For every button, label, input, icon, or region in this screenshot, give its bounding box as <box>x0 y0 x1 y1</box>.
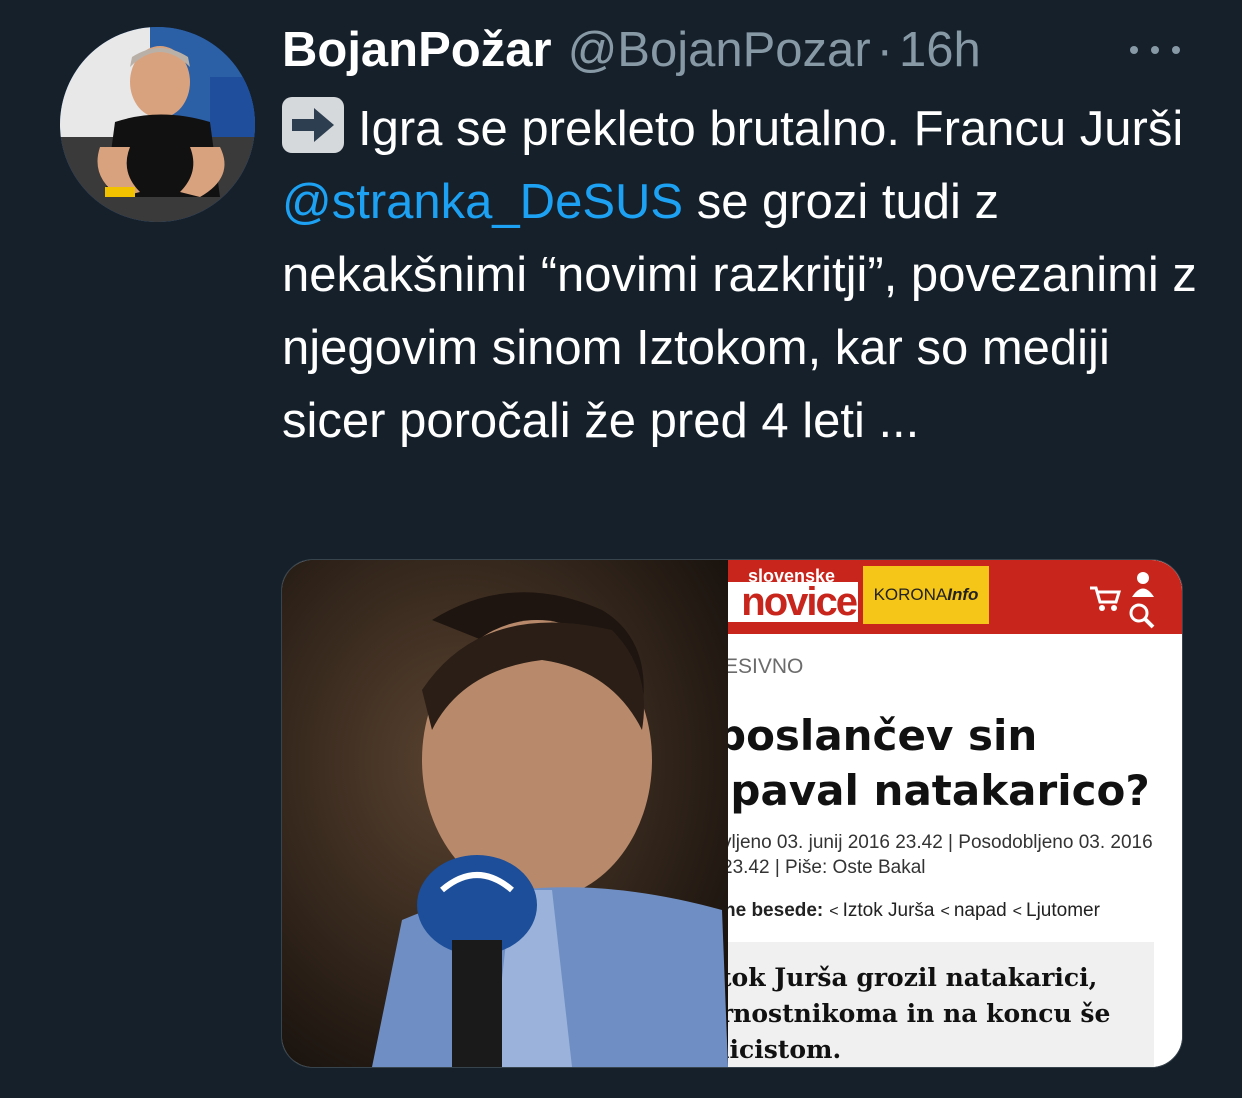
separator-dot: · <box>876 23 893 77</box>
tweet-header: BojanPožar @BojanPozar · 16h <box>282 22 981 82</box>
tag-item: napad <box>953 900 1007 921</box>
share-icon: < <box>829 903 839 920</box>
tags-label: ne besede: <box>728 900 824 921</box>
mention-link[interactable]: @stranka_DeSUS <box>282 175 683 229</box>
news-tags: ne besede: < Iztok Jurša < napad < Ljutomer <box>728 900 1182 922</box>
tag-item: Ljutomer <box>1026 900 1100 921</box>
share-icon: < <box>940 903 950 920</box>
news-lead: tok Jurša grozil natakarici, rnostnikoma… <box>728 963 1111 1064</box>
tag-item: Iztok Jurša <box>842 900 935 921</box>
more-options-icon[interactable] <box>1130 30 1180 70</box>
share-icon: < <box>1012 903 1023 920</box>
right-arrow-emoji-icon <box>282 97 344 153</box>
tweet-text: Igra se prekleto brutalno. Francu Jurši … <box>282 93 1202 458</box>
section-label: ESIVNO <box>728 655 804 678</box>
tweet[interactable]: BojanPožar @BojanPozar · 16h Igra se pre… <box>0 0 1242 1098</box>
portrait-photo[interactable] <box>282 560 728 1067</box>
search-icon <box>1129 603 1155 629</box>
cart-icon <box>1090 586 1122 611</box>
timestamp[interactable]: 16h <box>899 22 981 78</box>
news-logo: novice <box>728 582 858 622</box>
user-handle[interactable]: @BojanPozar <box>568 22 871 78</box>
avatar[interactable] <box>60 27 255 222</box>
user-icon <box>1132 572 1154 597</box>
news-lead-box: tok Jurša grozil natakarici, rnostnikoma… <box>728 942 1154 1067</box>
korona-info-badge: KORONAInfo <box>863 566 989 624</box>
display-name[interactable]: BojanPožar <box>282 22 552 78</box>
news-header-bar: slovenske novice KORONAInfo <box>728 560 1182 634</box>
news-headline: poslančev sin ipaval natakarico? <box>728 711 1150 815</box>
news-screenshot: slovenske novice KORONAInfo ESIVNO posla… <box>728 560 1182 1067</box>
tweet-media[interactable]: slovenske novice KORONAInfo ESIVNO posla… <box>281 559 1183 1068</box>
tweet-text-part-1: Igra se prekleto brutalno. Francu Jurši <box>358 102 1184 156</box>
news-meta: vljeno 03. junij 2016 23.42 | Posodoblje… <box>728 832 1153 878</box>
